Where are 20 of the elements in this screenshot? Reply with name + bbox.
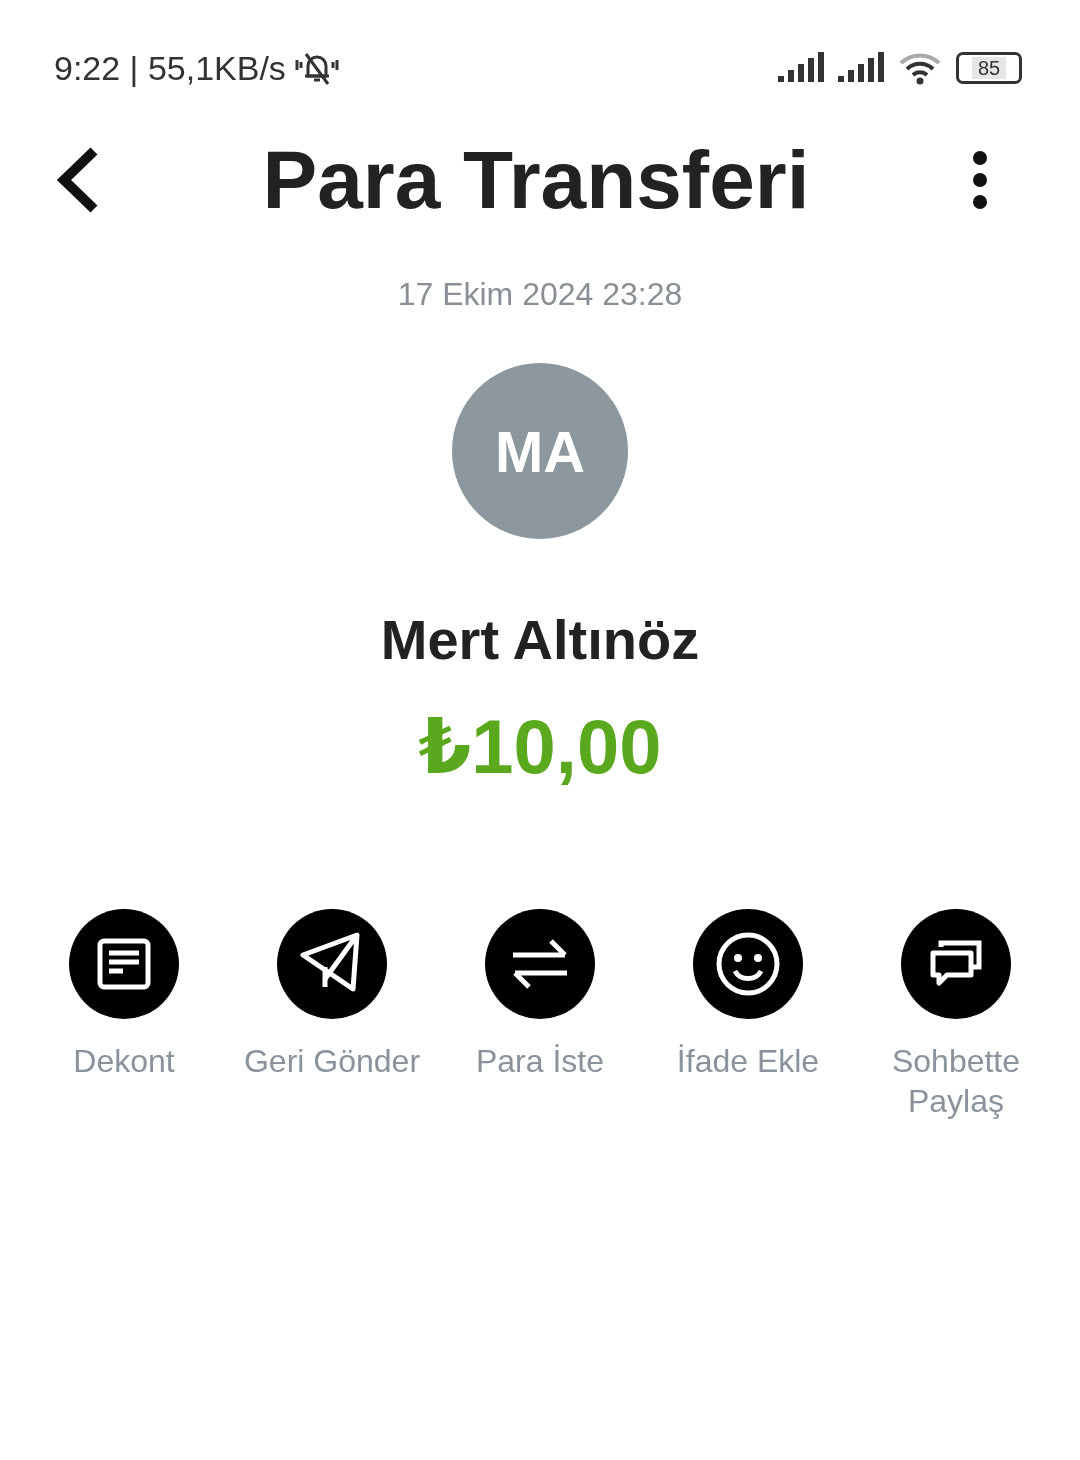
transfer-date: 17 Ekim 2024 23:28 <box>397 276 683 313</box>
action-label[interactable]: Para İste <box>475 1041 605 1081</box>
recipient-name: Mert Altınöz <box>380 607 700 672</box>
avatar: MA <box>452 363 628 539</box>
more-options-icon[interactable] <box>970 150 990 210</box>
status-time: 9:22 | 55,1KB/s <box>54 48 286 88</box>
action-label[interactable]: Geri Gönder <box>243 1041 421 1081</box>
signal-icon <box>778 52 826 84</box>
paper-plane-icon[interactable] <box>277 909 387 1019</box>
action-label[interactable]: İfade Ekle <box>676 1041 820 1081</box>
transfer-amount: ₺10,00 <box>418 703 662 791</box>
signal-icon <box>838 52 886 84</box>
chat-bubbles-icon[interactable] <box>901 909 1011 1019</box>
arrows-icon[interactable] <box>485 909 595 1019</box>
battery-level: 85 <box>971 57 1007 79</box>
action-label[interactable]: Sohbette Paylaş <box>852 1041 1060 1121</box>
action-label[interactable]: Dekont <box>73 1041 175 1081</box>
document-icon[interactable] <box>69 909 179 1019</box>
smiley-icon[interactable] <box>693 909 803 1019</box>
page-title: Para Transferi <box>262 133 810 227</box>
